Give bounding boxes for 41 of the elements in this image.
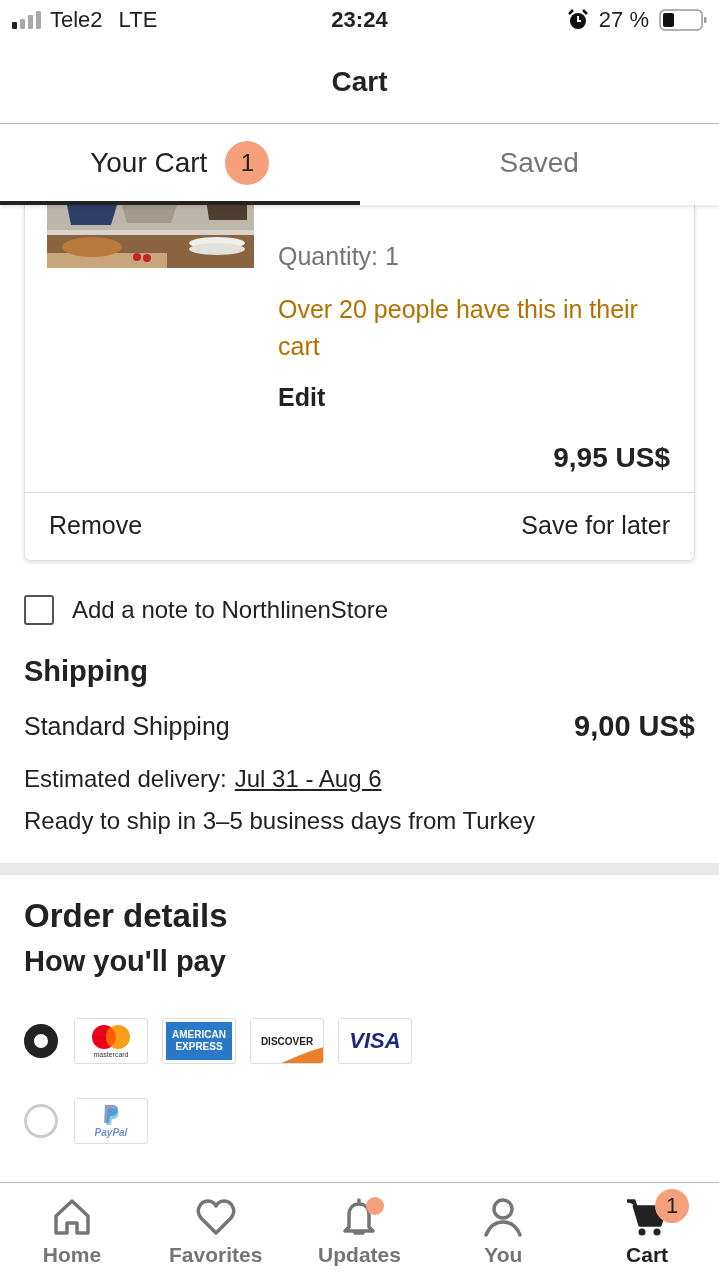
section-heading: Shipping xyxy=(24,655,150,688)
tab[interactable]: Saved xyxy=(359,124,719,205)
carrier-name: Tele2 xyxy=(50,7,103,33)
section-heading: Order details xyxy=(24,897,229,935)
count-badge: 1 xyxy=(225,140,270,185)
discover-logo: DISCOVER xyxy=(250,1018,324,1064)
save-for-later-link[interactable]: Save for later xyxy=(521,511,670,540)
count-badge: 1 xyxy=(655,1189,690,1223)
heart-icon xyxy=(195,1197,236,1237)
shipping-cost: 9,00 US$ xyxy=(574,710,695,743)
clock-time: 23:24 xyxy=(331,7,388,32)
item-price: 9,95 US$ xyxy=(553,442,670,474)
shipping-method: Standard Shipping xyxy=(24,712,230,741)
person-icon xyxy=(483,1197,524,1237)
delivery-label: Estimated delivery: xyxy=(24,765,227,793)
remove-link[interactable]: Remove xyxy=(49,511,143,540)
nav-item[interactable]: Favorites xyxy=(143,1183,288,1280)
note-checkbox[interactable] xyxy=(24,595,54,625)
page-title: Cart xyxy=(331,65,388,98)
bell-icon xyxy=(341,1197,378,1237)
network-type: LTE xyxy=(118,7,158,33)
nav-item[interactable]: You xyxy=(431,1183,576,1280)
popularity-notice: Over 20 people have this in their cart xyxy=(278,294,638,362)
payment-radio[interactable] xyxy=(24,1024,58,1058)
battery-icon xyxy=(659,9,707,31)
signal-icon xyxy=(12,11,42,29)
edit-link[interactable]: Edit xyxy=(278,383,326,412)
amex-logo: AMERICAN EXPRESS xyxy=(162,1018,236,1064)
alarm-icon xyxy=(566,9,589,31)
battery-percent: 27 % xyxy=(598,7,649,33)
visa-logo: VISA xyxy=(338,1018,412,1064)
note-label[interactable]: Add a note to NorthlinenStore xyxy=(72,596,389,624)
quantity-text: Quantity: 1 xyxy=(278,242,400,271)
subheading: How you'll pay xyxy=(24,945,227,978)
nav-item[interactable]: Cart 1 xyxy=(575,1183,719,1280)
delivery-dates-link[interactable]: Jul 31 - Aug 6 xyxy=(234,765,382,793)
nav-item[interactable]: Updates xyxy=(287,1183,432,1280)
nav-item[interactable]: Home xyxy=(0,1183,144,1280)
home-icon xyxy=(51,1197,92,1237)
paypal-logo: PayPal xyxy=(74,1098,148,1144)
ready-to-ship-text: Ready to ship in 3–5 business days from Turkey xyxy=(24,807,536,835)
